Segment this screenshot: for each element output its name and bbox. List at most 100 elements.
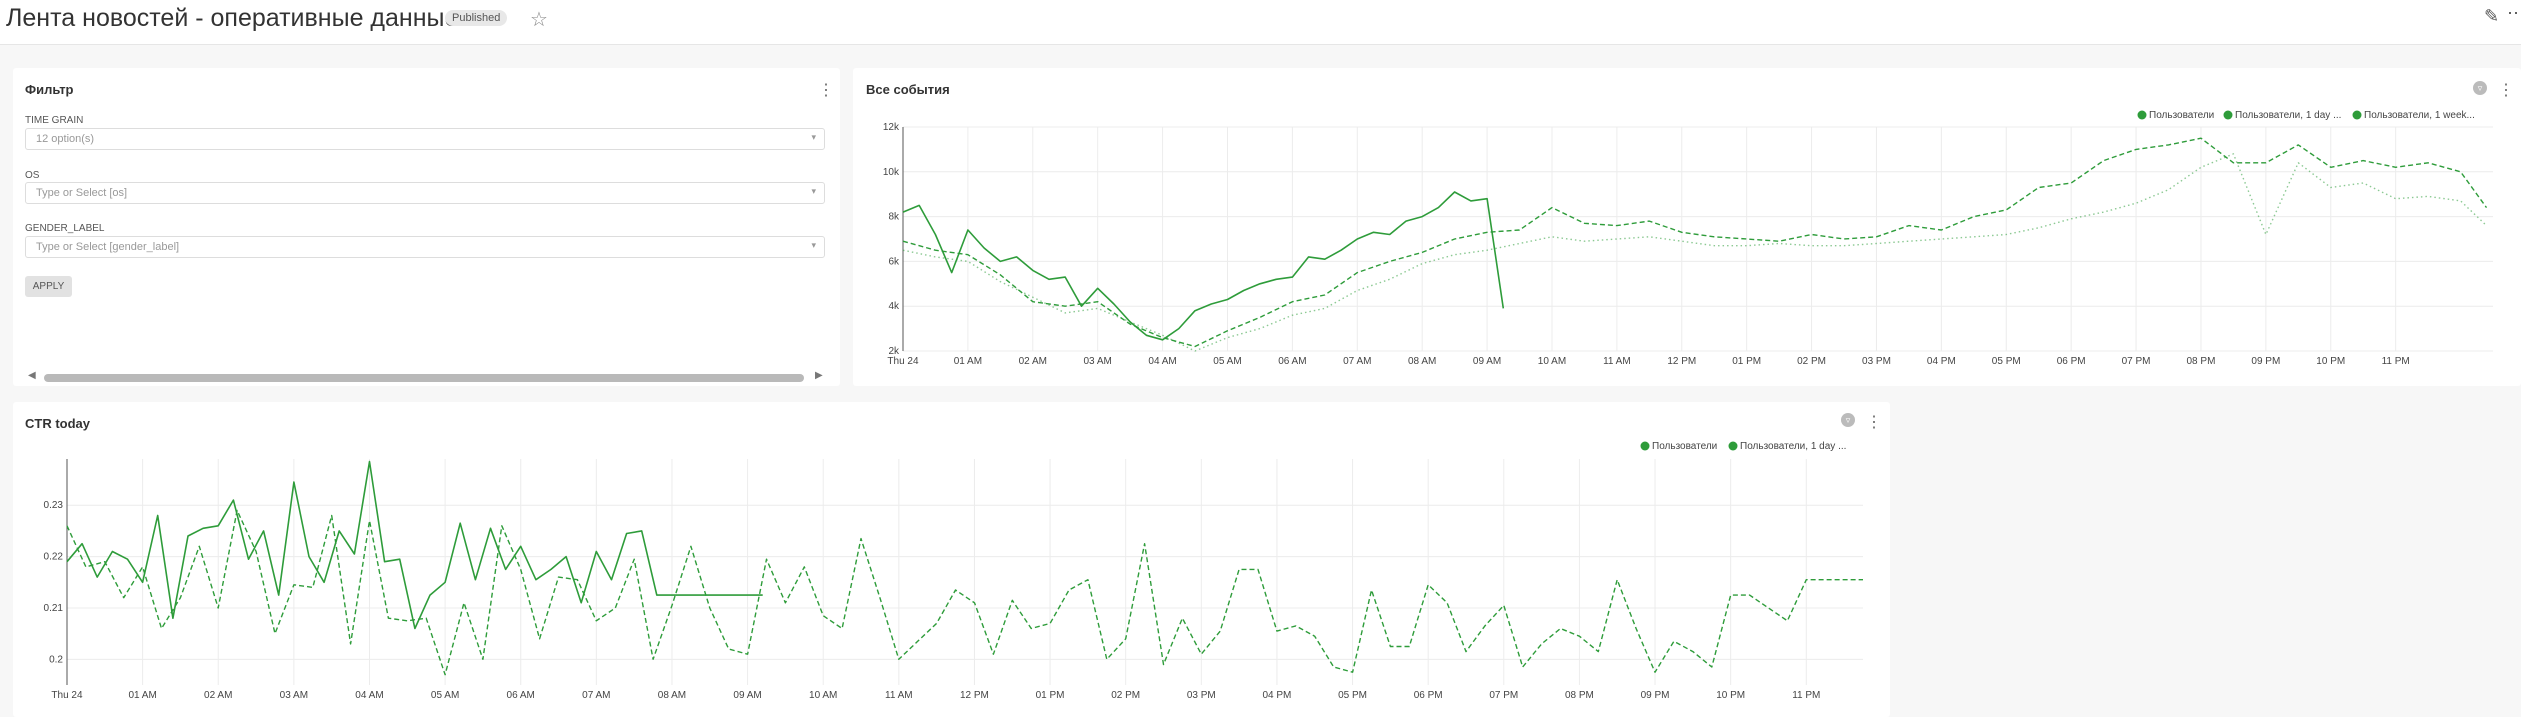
x-tick-label: 01 PM (1732, 356, 1761, 367)
more-vertical-icon[interactable]: ⋮ (818, 80, 834, 100)
x-tick-label: 10 PM (2316, 356, 2345, 367)
x-tick-label: 11 PM (1792, 690, 1820, 701)
x-tick-label: Thu 24 (51, 690, 83, 701)
y-tick-label: 0.22 (44, 552, 64, 563)
x-tick-label: 03 AM (280, 690, 308, 701)
horizontal-scrollbar[interactable] (44, 374, 804, 382)
x-tick-label: 02 AM (1019, 356, 1047, 367)
x-tick-label: 02 PM (1797, 356, 1826, 367)
x-tick-label: 03 PM (1862, 356, 1891, 367)
chevron-down-icon: ▾ (811, 186, 816, 196)
x-tick-label: 11 AM (885, 690, 913, 701)
series-line-2 (66, 509, 1863, 676)
x-tick-label: 06 PM (1414, 690, 1443, 701)
os-placeholder: Type or Select [os] (36, 187, 128, 199)
x-tick-label: 02 AM (204, 690, 232, 701)
x-tick-label: 01 AM (954, 356, 982, 367)
os-select[interactable]: Type or Select [os] ▾ (25, 182, 825, 204)
legend-label: Пользователи (1652, 441, 1717, 452)
chevron-down-icon: ▾ (811, 240, 816, 250)
time-grain-label: TIME GRAIN (25, 115, 84, 126)
x-tick-label: 08 PM (1565, 690, 1594, 701)
x-tick-label: 08 AM (1408, 356, 1436, 367)
legend-label: Пользователи, 1 week... (2364, 110, 2475, 121)
dashboard-title: Лента новостей - оперативные данные (6, 4, 459, 32)
x-tick-label: 08 AM (658, 690, 686, 701)
x-tick-label: 07 PM (2122, 356, 2151, 367)
legend-marker (2352, 110, 2362, 120)
x-tick-label: 12 PM (960, 690, 989, 701)
events-chart-card: Все события ▿ ⋮ Thu 24 01 AM 02 AM 03 AM 04 … (853, 68, 2521, 386)
status-badge: Published (445, 10, 508, 26)
legend-marker (2223, 110, 2233, 120)
x-tick-label: Thu 24 (887, 356, 919, 367)
x-tick-label: 09 PM (1641, 690, 1670, 701)
gender-label: GENDER_LABEL (25, 223, 105, 234)
y-tick-label: 0.21 (44, 603, 64, 614)
chevron-down-icon: ▾ (811, 132, 816, 142)
more-icon[interactable]: ⋯ (2507, 3, 2521, 24)
x-tick-label: 03 AM (1084, 356, 1112, 367)
series-line-3 (902, 153, 2487, 352)
legend-label: Пользователи, 1 day ... (1740, 441, 1846, 452)
x-tick-label: 10 PM (1716, 690, 1745, 701)
legend-label: Пользователи, 1 day ... (2235, 110, 2341, 121)
legend-marker (1640, 441, 1650, 451)
x-tick-label: 02 PM (1111, 690, 1140, 701)
x-tick-label: 07 AM (582, 690, 610, 701)
y-tick-label: 10k (883, 167, 900, 178)
y-tick-label: 4k (888, 301, 900, 312)
y-tick-label: 0.23 (44, 500, 64, 511)
x-tick-label: 03 PM (1187, 690, 1216, 701)
gender-select[interactable]: Type or Select [gender_label] ▾ (25, 236, 825, 258)
scroll-left-icon[interactable]: ◀ (28, 370, 36, 381)
x-tick-label: 11 PM (2382, 356, 2410, 367)
x-tick-label: 10 AM (1538, 356, 1566, 367)
time-grain-select[interactable]: 12 option(s) ▾ (25, 128, 825, 150)
gender-placeholder: Type or Select [gender_label] (36, 241, 180, 253)
star-icon[interactable]: ☆ (530, 7, 548, 32)
x-tick-label: 04 AM (355, 690, 383, 701)
x-tick-label: 06 PM (2057, 356, 2086, 367)
ctr-line-chart: Thu 24 01 AM 02 AM 03 AM 04 AM 05 AM 06 AM 07 A… (44, 441, 1863, 701)
x-tick-label: 09 AM (733, 690, 761, 701)
x-tick-label: 12 PM (1667, 356, 1696, 367)
y-tick-label: 0.2 (49, 654, 63, 665)
x-tick-label: 05 AM (1213, 356, 1241, 367)
filter-card: Фильтр ⋮ TIME GRAIN 12 option(s) ▾ OS Ty… (13, 68, 840, 386)
y-tick-label: 8k (888, 212, 900, 223)
x-tick-label: 11 AM (1603, 356, 1631, 367)
x-tick-label: 01 AM (128, 690, 156, 701)
legend-label: Пользователи (2149, 110, 2214, 121)
y-tick-label: 6k (888, 256, 900, 267)
x-tick-label: 09 PM (2251, 356, 2280, 367)
y-tick-label: 12k (883, 122, 900, 133)
scroll-right-icon[interactable]: ▶ (815, 370, 823, 381)
series-line-2 (902, 137, 2488, 348)
x-tick-label: 05 AM (431, 690, 459, 701)
x-tick-label: 08 PM (2187, 356, 2216, 367)
events-line-chart: Thu 24 01 AM 02 AM 03 AM 04 AM 05 AM 06 AM 07 A… (883, 110, 2493, 367)
x-tick-label: 04 PM (1262, 690, 1291, 701)
os-label: OS (25, 170, 40, 181)
x-tick-label: 07 PM (1489, 690, 1518, 701)
time-grain-value: 12 option(s) (36, 133, 95, 145)
y-tick-label: 2k (888, 346, 900, 357)
ctr-chart-card: CTR today ▿ ⋮ Thu 24 01 AM 02 AM 03 AM 04 AM… (13, 402, 1890, 717)
x-tick-label: 04 PM (1927, 356, 1956, 367)
edit-icon[interactable]: ✎ (2484, 6, 2499, 27)
apply-button[interactable]: APPLY (25, 276, 72, 297)
x-tick-label: 06 AM (507, 690, 535, 701)
x-tick-label: 09 AM (1473, 356, 1501, 367)
legend-marker (2137, 110, 2147, 120)
dashboard-header: Лента новостей - оперативные данные Publ… (0, 0, 2521, 45)
series-line-1 (902, 191, 1505, 341)
series-line-1 (66, 460, 763, 630)
x-tick-label: 07 AM (1343, 356, 1371, 367)
x-tick-label: 06 AM (1278, 356, 1306, 367)
filter-title: Фильтр (25, 82, 74, 97)
legend-marker (1728, 441, 1738, 451)
x-tick-label: 05 PM (1338, 690, 1367, 701)
x-tick-label: 10 AM (809, 690, 837, 701)
x-tick-label: 01 PM (1036, 690, 1065, 701)
